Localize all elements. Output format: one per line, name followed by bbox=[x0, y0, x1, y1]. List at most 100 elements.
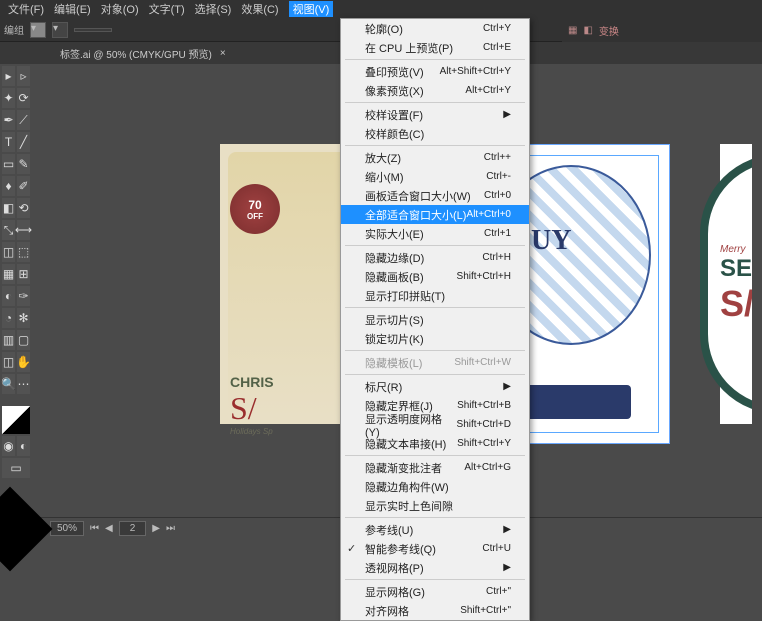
menu-item[interactable]: 隐藏边缘(D)Ctrl+H bbox=[341, 248, 529, 267]
stroke-swatch[interactable]: ▾ bbox=[52, 22, 68, 38]
curvature-tool[interactable]: ⟋ bbox=[17, 110, 30, 130]
pen-tool[interactable]: ✒ bbox=[2, 110, 15, 130]
artboard-nav[interactable]: 2 bbox=[119, 521, 147, 536]
scale-tool[interactable]: ⤡ bbox=[2, 220, 15, 240]
menu-item[interactable]: 缩小(M)Ctrl+- bbox=[341, 167, 529, 186]
menu-item[interactable]: 实际大小(E)Ctrl+1 bbox=[341, 224, 529, 243]
sale-pct: 70 bbox=[248, 198, 261, 212]
menu-item[interactable]: 锁定切片(K) bbox=[341, 329, 529, 348]
view-menu-dropdown: 轮廓(O)Ctrl+Y在 CPU 上预览(P)Ctrl+E 叠印预览(V)Alt+… bbox=[340, 18, 530, 621]
control-label: 编组 bbox=[4, 22, 24, 37]
perspective-tool[interactable]: ▦ bbox=[2, 264, 15, 284]
stroke-select[interactable] bbox=[74, 28, 112, 32]
menu-item[interactable]: 轮廓(O)Ctrl+Y bbox=[341, 19, 529, 38]
menu-item[interactable]: 参考线(U)▶ bbox=[341, 520, 529, 539]
zoom-tool[interactable]: 🔍 bbox=[2, 374, 15, 394]
menu-edit[interactable]: 编辑(E) bbox=[54, 1, 91, 17]
menu-item[interactable]: 叠印预览(V)Alt+Shift+Ctrl+Y bbox=[341, 62, 529, 81]
color-mode[interactable]: ◉ bbox=[2, 436, 15, 456]
menu-item[interactable]: 隐藏画板(B)Shift+Ctrl+H bbox=[341, 267, 529, 286]
menu-item[interactable]: 标尺(R)▶ bbox=[341, 377, 529, 396]
menu-item[interactable]: 放大(Z)Ctrl++ bbox=[341, 148, 529, 167]
menu-item[interactable]: 显示网格(G)Ctrl+" bbox=[341, 582, 529, 601]
symbol-tool[interactable]: ✻ bbox=[17, 308, 30, 328]
right-panel: ▦ ◧ 变换 bbox=[562, 18, 762, 42]
artboard-1: 70 OFF CHRIS S/ Holidays Sp bbox=[220, 144, 360, 424]
menu-item[interactable]: 画板适合窗口大小(W)Ctrl+0 bbox=[341, 186, 529, 205]
menu-item[interactable]: 隐藏渐变批注者Alt+Ctrl+G bbox=[341, 458, 529, 477]
menu-view[interactable]: 视图(V) bbox=[289, 1, 334, 17]
magic-wand-tool[interactable]: ✦ bbox=[2, 88, 15, 108]
nav-next-icon[interactable]: ▶ bbox=[152, 523, 160, 534]
menu-item[interactable]: 隐藏边角构件(W) bbox=[341, 477, 529, 496]
sale-badge: 70 OFF bbox=[230, 184, 280, 234]
hand-tool[interactable]: ✋ bbox=[17, 352, 30, 372]
menu-text[interactable]: 文字(T) bbox=[149, 1, 185, 17]
line-tool[interactable]: ╱ bbox=[17, 132, 30, 152]
nav-first-icon[interactable]: ⏮ bbox=[90, 523, 99, 534]
type-tool[interactable]: T bbox=[2, 132, 15, 152]
menu-item[interactable]: 隐藏文本串接(H)Shift+Ctrl+Y bbox=[341, 434, 529, 453]
menu-item[interactable]: 在 CPU 上预览(P)Ctrl+E bbox=[341, 38, 529, 57]
panel-transform-link[interactable]: 变换 bbox=[599, 23, 619, 38]
eyedropper-tool[interactable]: ✑ bbox=[17, 286, 30, 306]
rotate-tool[interactable]: ⟲ bbox=[17, 198, 30, 218]
menu-item[interactable]: 显示打印拼贴(T) bbox=[341, 286, 529, 305]
gradient-tool[interactable]: ◐ bbox=[2, 286, 15, 306]
shaper-tool[interactable]: ♦ bbox=[2, 176, 15, 196]
menu-item[interactable]: 对齐网格Shift+Ctrl+" bbox=[341, 601, 529, 620]
menu-item[interactable]: 校样设置(F)▶ bbox=[341, 105, 529, 124]
brush-tool[interactable]: ✎ bbox=[17, 154, 30, 174]
toolbox: ▸▹ ✦⟳ ✒⟋ T╱ ▭✎ ♦✐ ◧⟲ ⤡⟷ ◫⬚ ▦⊞ ◐✑ ◔✻ ▥▢ ◫… bbox=[0, 64, 32, 480]
document-tab-label: 标签.ai @ 50% (CMYK/GPU 预览) bbox=[60, 46, 212, 61]
nav-last-icon[interactable]: ⏭ bbox=[166, 523, 175, 534]
menu-item[interactable]: 显示实时上色间隙 bbox=[341, 496, 529, 515]
menu-bar: 文件(F) 编辑(E) 对象(O) 文字(T) 选择(S) 效果(C) 视图(V… bbox=[0, 0, 762, 18]
panel-icon[interactable]: ◧ bbox=[583, 25, 592, 36]
tag-line2: S/ bbox=[230, 390, 274, 427]
tag-line1: CHRIS bbox=[230, 374, 274, 390]
direct-select-tool[interactable]: ▹ bbox=[17, 66, 30, 86]
fill-swatch[interactable]: ▾ bbox=[30, 22, 46, 38]
shape-builder-tool[interactable]: ⬚ bbox=[17, 242, 30, 262]
lasso-tool[interactable]: ⟳ bbox=[17, 88, 30, 108]
menu-item[interactable]: 透视网格(P)▶ bbox=[341, 558, 529, 577]
zoom-select[interactable]: 50% bbox=[50, 521, 84, 536]
menu-item[interactable]: ✓智能参考线(Q)Ctrl+U bbox=[341, 539, 529, 558]
tag-text: CHRIS S/ Holidays Sp bbox=[230, 374, 274, 436]
graph-tool[interactable]: ▥ bbox=[2, 330, 15, 350]
free-transform-tool[interactable]: ◫ bbox=[2, 242, 15, 262]
nav-prev-icon[interactable]: ◀ bbox=[105, 523, 113, 534]
artboard-3: Merry SEA S/ bbox=[720, 144, 752, 424]
rect-tool[interactable]: ▭ bbox=[2, 154, 15, 174]
eraser-tool[interactable]: ◧ bbox=[2, 198, 15, 218]
sa-text: S/ bbox=[720, 283, 752, 325]
sale-off: OFF bbox=[247, 212, 263, 221]
menu-effect[interactable]: 效果(C) bbox=[241, 1, 278, 17]
mesh-tool[interactable]: ⊞ bbox=[17, 264, 30, 284]
menu-item[interactable]: 像素预览(X)Alt+Ctrl+Y bbox=[341, 81, 529, 100]
pencil-tool[interactable]: ✐ bbox=[17, 176, 30, 196]
menu-object[interactable]: 对象(O) bbox=[101, 1, 139, 17]
menu-file[interactable]: 文件(F) bbox=[8, 1, 44, 17]
season-text: Merry SEA S/ bbox=[720, 244, 752, 325]
screen-mode[interactable]: ▭ bbox=[2, 458, 30, 478]
menu-item: 隐藏模板(L)Shift+Ctrl+W bbox=[341, 353, 529, 372]
menu-item[interactable]: 显示透明度网格(Y)Shift+Ctrl+D bbox=[341, 415, 529, 434]
slice-tool[interactable]: ◫ bbox=[2, 352, 15, 372]
menu-item[interactable]: 显示切片(S) bbox=[341, 310, 529, 329]
tag-line3: Holidays Sp bbox=[230, 427, 274, 436]
uy-text: UY bbox=[531, 225, 571, 257]
width-tool[interactable]: ⟷ bbox=[17, 220, 30, 240]
gradient-mode[interactable]: ◐ bbox=[17, 436, 30, 456]
blend-tool[interactable]: ◔ bbox=[2, 308, 15, 328]
menu-select[interactable]: 选择(S) bbox=[195, 1, 232, 17]
selection-tool[interactable]: ▸ bbox=[2, 66, 15, 86]
merry-text: Merry bbox=[720, 244, 752, 255]
artboard-tool[interactable]: ▢ bbox=[17, 330, 30, 350]
panel-icon[interactable]: ▦ bbox=[568, 25, 577, 36]
menu-item[interactable]: 全部适合窗口大小(L)Alt+Ctrl+0 bbox=[341, 205, 529, 224]
close-icon[interactable]: × bbox=[220, 48, 226, 59]
fill-stroke-swap[interactable] bbox=[2, 406, 30, 434]
menu-item[interactable]: 校样颜色(C) bbox=[341, 124, 529, 143]
